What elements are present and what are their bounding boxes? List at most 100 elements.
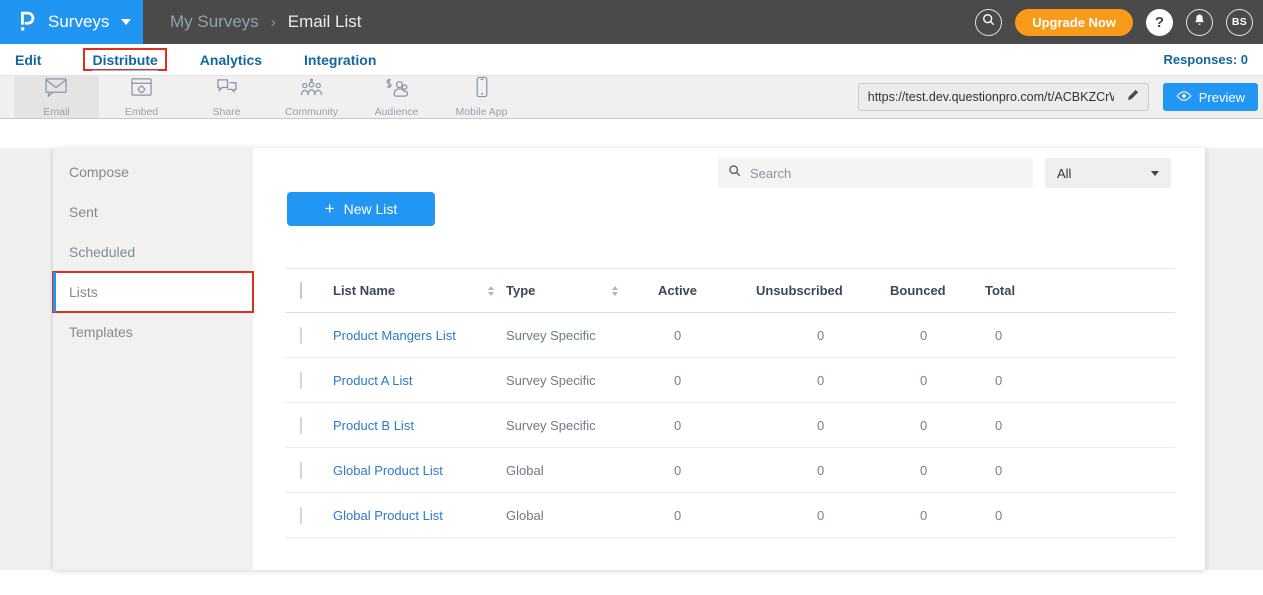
active-count: 0 (658, 508, 756, 523)
eye-icon (1176, 90, 1192, 105)
tab-community[interactable]: Community (269, 76, 354, 118)
active-count: 0 (658, 373, 756, 388)
unsubscribed-count: 0 (756, 508, 890, 523)
survey-subnav: Edit Distribute Analytics Integration Re… (0, 44, 1263, 75)
notifications-button[interactable] (1186, 9, 1213, 36)
sort-icon[interactable] (488, 286, 494, 296)
active-count: 0 (658, 328, 756, 343)
new-list-button[interactable]: + New List (287, 192, 435, 226)
content-background: Compose Sent Scheduled Lists Templates A… (0, 148, 1263, 570)
list-type-filter-dropdown[interactable]: All (1045, 158, 1171, 188)
help-button[interactable]: ? (1146, 9, 1173, 36)
tab-audience[interactable]: Audience (354, 76, 439, 118)
sidebar-item-templates[interactable]: Templates (53, 312, 253, 352)
plus-icon: + (325, 199, 335, 219)
distribute-toolbar: Email Embed Share Community Audience Mob… (0, 75, 1263, 119)
sort-icon[interactable] (612, 286, 618, 296)
select-all-checkbox[interactable] (300, 282, 302, 299)
email-lists-table: List Name Type Active Unsubscribed Bounc… (285, 268, 1175, 538)
sidebar-item-scheduled[interactable]: Scheduled (53, 232, 253, 272)
product-switcher[interactable]: Surveys (0, 0, 143, 44)
breadcrumb-current: Email List (288, 12, 362, 32)
community-icon (299, 77, 324, 103)
bounced-count: 0 (890, 508, 985, 523)
table-body: Product Mangers List Survey Specific 0 0… (285, 313, 1175, 538)
search-button[interactable] (975, 9, 1002, 36)
upgrade-now-button[interactable]: Upgrade Now (1015, 9, 1133, 36)
list-search-box (718, 158, 1033, 188)
list-name-link[interactable]: Product A List (333, 373, 506, 388)
column-header-total: Total (985, 283, 1175, 298)
tab-distribute[interactable]: Distribute (83, 48, 166, 71)
column-header-type[interactable]: Type (506, 283, 535, 298)
list-type: Survey Specific (506, 418, 658, 433)
tab-mobile-app[interactable]: Mobile App (439, 76, 524, 118)
list-type: Survey Specific (506, 373, 658, 388)
total-count: 0 (985, 508, 1175, 523)
unsubscribed-count: 0 (756, 373, 890, 388)
email-icon (44, 77, 69, 103)
total-count: 0 (985, 418, 1175, 433)
tab-analytics[interactable]: Analytics (200, 52, 262, 68)
list-search-input[interactable] (750, 166, 1023, 181)
list-filter-row: All (253, 158, 1205, 188)
active-count: 0 (658, 418, 756, 433)
unsubscribed-count: 0 (756, 328, 890, 343)
mobile-app-icon (470, 76, 494, 103)
row-checkbox[interactable] (300, 417, 302, 434)
row-checkbox[interactable] (300, 507, 302, 524)
bounced-count: 0 (890, 463, 985, 478)
tab-embed[interactable]: Embed (99, 76, 184, 118)
sidebar-item-lists[interactable]: Lists (53, 272, 253, 312)
tab-integration[interactable]: Integration (304, 52, 376, 68)
table-row: Product A List Survey Specific 0 0 0 0 (285, 358, 1175, 403)
list-name-link[interactable]: Product Mangers List (333, 328, 506, 343)
avatar[interactable]: BS (1226, 9, 1253, 36)
list-name-link[interactable]: Product B List (333, 418, 506, 433)
share-icon (215, 77, 239, 103)
embed-icon (130, 77, 153, 103)
topbar: Surveys My Surveys › Email List Upgrade … (0, 0, 1263, 44)
row-checkbox[interactable] (300, 462, 302, 479)
table-row: Product B List Survey Specific 0 0 0 0 (285, 403, 1175, 448)
lists-main: All + New List List Name Type (253, 148, 1205, 570)
row-checkbox[interactable] (300, 327, 302, 344)
questionpro-logo-icon (16, 7, 38, 38)
table-row: Product Mangers List Survey Specific 0 0… (285, 313, 1175, 358)
audience-icon (384, 77, 410, 103)
survey-url-box (858, 83, 1149, 111)
total-count: 0 (985, 328, 1175, 343)
total-count: 0 (985, 463, 1175, 478)
sidebar-item-sent[interactable]: Sent (53, 192, 253, 232)
bounced-count: 0 (890, 373, 985, 388)
breadcrumb-separator: › (271, 14, 276, 31)
content-top-gap (0, 119, 1263, 148)
column-header-active: Active (658, 283, 756, 298)
tab-email[interactable]: Email (14, 76, 99, 118)
chevron-down-icon (1151, 171, 1159, 176)
list-name-link[interactable]: Global Product List (333, 463, 506, 478)
breadcrumb-parent[interactable]: My Surveys (170, 12, 259, 32)
tab-edit[interactable]: Edit (15, 52, 41, 68)
unsubscribed-count: 0 (756, 463, 890, 478)
column-header-list-name[interactable]: List Name (333, 283, 395, 298)
table-row: Global Product List Global 0 0 0 0 (285, 493, 1175, 538)
row-checkbox[interactable] (300, 372, 302, 389)
product-title: Surveys (48, 12, 109, 32)
active-count: 0 (658, 463, 756, 478)
chevron-down-icon (121, 19, 131, 25)
edit-url-button[interactable] (1118, 84, 1148, 110)
bounced-count: 0 (890, 418, 985, 433)
list-type: Survey Specific (506, 328, 658, 343)
topbar-actions: Upgrade Now ? BS (975, 9, 1263, 36)
survey-url-input[interactable] (859, 90, 1118, 104)
list-type: Global (506, 508, 658, 523)
tab-share[interactable]: Share (184, 76, 269, 118)
preview-button[interactable]: Preview (1163, 83, 1258, 111)
sidebar-item-compose[interactable]: Compose (53, 152, 253, 192)
list-name-link[interactable]: Global Product List (333, 508, 506, 523)
pencil-icon (1126, 88, 1140, 107)
total-count: 0 (985, 373, 1175, 388)
responses-count[interactable]: Responses: 0 (1163, 52, 1248, 67)
search-icon (728, 164, 742, 183)
